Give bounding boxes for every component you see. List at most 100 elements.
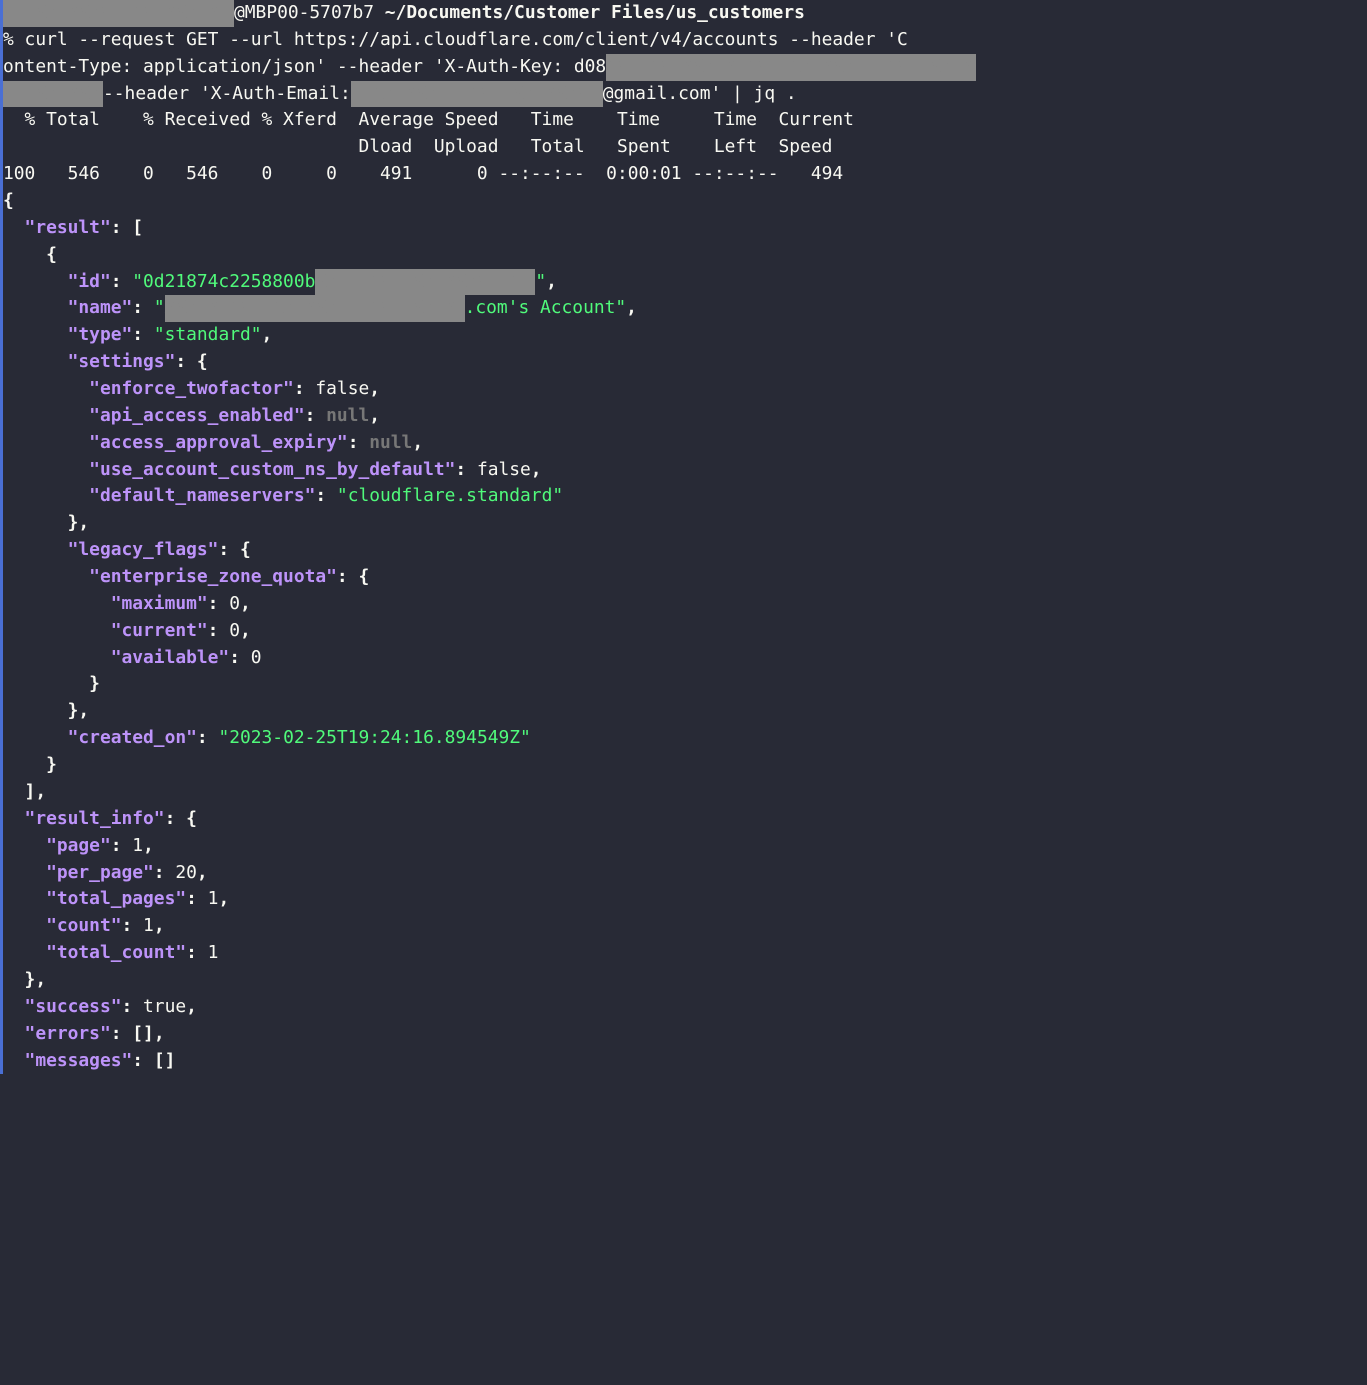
count-line: "count": 1, [3,913,1367,940]
max-key: "maximum" [3,593,208,614]
totalpages-line: "total_pages": 1, [3,886,1367,913]
defaultns-line: "default_nameservers": "cloudflare.stand… [3,483,1367,510]
messages-key: "messages" [3,1050,132,1071]
empty-arr1: [] [132,1023,154,1044]
defaultns-key: "default_nameservers" [3,485,315,506]
type-key: "type" [3,324,132,345]
command-line-3: XXXXXXXXX--header 'X-Auth-Email: XXXXXXX… [3,81,1367,108]
colon15: : [186,888,208,909]
comma9: , [240,620,251,641]
errors-line: "errors": [], [3,1021,1367,1048]
enforce-line: "enforce_twofactor": false, [3,376,1367,403]
comma4: , [369,378,380,399]
defaultns-val: "cloudflare.standard" [337,485,563,506]
path-text: ~/Documents/Customer Files/us_customers [385,2,805,23]
false-val: false [315,378,369,399]
comma13: , [154,915,165,936]
api-key: "api_access_enabled" [3,405,305,426]
colon2: : [132,297,154,318]
true-val: true [143,996,186,1017]
totalcount-line: "total_count": 1 [3,940,1367,967]
close-ezq: } [3,671,1367,698]
id-val-pre: "0d21874c2258800b [132,271,315,292]
perpage-line: "per_page": 20, [3,860,1367,887]
settings-line: "settings": { [3,349,1367,376]
command-line-1: % curl --request GET --url https://api.c… [3,27,1367,54]
colon19: : [111,1023,133,1044]
one1: 1 [132,835,143,856]
api-line: "api_access_enabled": null, [3,403,1367,430]
cmd1: curl --request GET --url https://api.clo… [14,29,908,50]
redacted-email: XXXXXXXXXXXXXXXXXXXXXX [351,81,603,108]
colon11: : [229,647,251,668]
colon-bracket: : [ [111,217,143,238]
command-line-2: ontent-Type: application/json' --header … [3,54,1367,81]
id-line: "id": "0d21874c2258800bXXXXXXXXXXXXXXXXX… [3,269,1367,296]
id-val-post: " [535,271,546,292]
legacy-key: "legacy_flags" [3,539,218,560]
useacc-line: "use_account_custom_ns_by_default": fals… [3,457,1367,484]
comma7: , [531,459,542,480]
colon10: : [208,620,230,641]
json-open: { [3,188,1367,215]
colon17: : [186,942,208,963]
colon18: : [121,996,143,1017]
comma14: , [186,996,197,1017]
terminal-window[interactable]: XXXXXXXXXXXXXXXXXXXX@MBP00-5707b7 ~/Docu… [0,0,1367,1074]
one3: 1 [143,915,154,936]
redacted-user: XXXXXXXXXXXXXXXXXXXX [3,0,234,27]
created-line: "created_on": "2023-02-25T19:24:16.89454… [3,725,1367,752]
false-val2: false [477,459,531,480]
colon20: : [132,1050,154,1071]
redacted-id: XXXXXXXXXXXXXXXXXXX [315,269,535,296]
success-line: "success": true, [3,994,1367,1021]
resultinfo-line: "result_info": { [3,806,1367,833]
zero3: 0 [251,647,262,668]
useacc-key: "use_account_custom_ns_by_default" [3,459,455,480]
zero2: 0 [229,620,240,641]
avail-line: "available": 0 [3,645,1367,672]
cmd2: ontent-Type: application/json' --header … [3,56,606,77]
redacted-name: XXXXXXXXXXXXXXXXXXXXXXXXXXX [165,295,465,322]
ezq-key: "enterprise_zone_quota" [3,566,337,587]
cmd4: @gmail.com' | jq . [603,83,797,104]
colon: : [111,271,133,292]
type-line: "type": "standard", [3,322,1367,349]
curr-key: "current" [3,620,208,641]
comma12: , [218,888,229,909]
id-key: "id" [3,271,111,292]
redacted-key: XXXXXXXXXXXXXXXXXXXXXXXXXXXXXXXXXX [606,54,976,81]
name-val-pre: " [154,297,165,318]
colon8: : [315,485,337,506]
success-key: "success" [3,996,121,1017]
type-val: "standard" [154,324,262,345]
close-settings: }, [3,510,1367,537]
name-line: "name": "XXXXXXXXXXXXXXXXXXXXXXXXXXX.com… [3,295,1367,322]
colon13: : [111,835,133,856]
close-resultinfo: }, [3,967,1367,994]
colon3: : [132,324,154,345]
close-legacy: }, [3,698,1367,725]
colon4: : [294,378,316,399]
curl-header-3: 100 546 0 546 0 0 491 0 --:--:-- 0:00:01… [3,161,1367,188]
resultinfo-open: : { [165,808,197,829]
access-key: "access_approval_expiry" [3,432,348,453]
legacy-line: "legacy_flags": { [3,537,1367,564]
page-key: "page" [3,835,111,856]
comma2: , [626,297,637,318]
curl-header-1: % Total % Received % Xferd Average Speed… [3,107,1367,134]
resultinfo-key: "result_info" [3,808,165,829]
colon5: : [305,405,327,426]
avail-key: "available" [3,647,229,668]
comma11: , [197,862,208,883]
count-key: "count" [3,915,121,936]
comma5: , [369,405,380,426]
perpage-key: "per_page" [3,862,154,883]
comma15: , [154,1023,165,1044]
null-val: null [326,405,369,426]
enforce-key: "enforce_twofactor" [3,378,294,399]
comma8: , [240,593,251,614]
errors-key: "errors" [3,1023,111,1044]
totalpages-key: "total_pages" [3,888,186,909]
result-key-line: "result": [ [3,215,1367,242]
